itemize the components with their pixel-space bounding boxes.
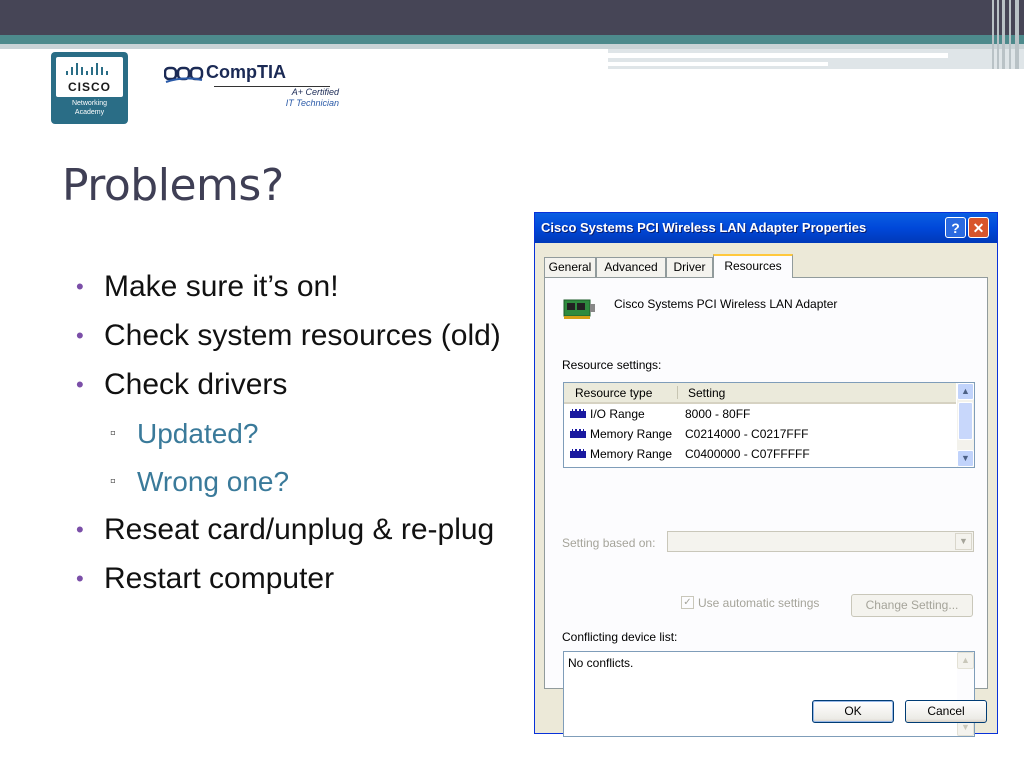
table-row[interactable]: Memory Range C0400000 - C07FFFFF: [570, 445, 950, 463]
tab-general[interactable]: General: [544, 257, 596, 277]
bullet-item: Make sure it’s on!: [72, 262, 512, 312]
scroll-up-icon[interactable]: ▲: [957, 383, 974, 400]
help-button[interactable]: ?: [945, 217, 966, 238]
close-button[interactable]: ✕: [968, 217, 989, 238]
cisco-networking-academy-logo: CISCO Networking Academy: [51, 52, 128, 124]
comptia-logo: CompTIA A+ Certified IT Technician: [164, 60, 339, 115]
resource-list[interactable]: Resource type Setting I/O Range 8000 - 8…: [563, 382, 975, 468]
use-automatic-settings-label[interactable]: Use automatic settings: [698, 596, 819, 610]
conflicts-text: No conflicts.: [568, 656, 634, 670]
resource-settings-label: Resource settings:: [562, 358, 662, 372]
use-automatic-settings-checkbox[interactable]: ✓: [681, 596, 694, 609]
teal-stripe: [0, 35, 1024, 44]
chevron-down-icon[interactable]: ▼: [955, 533, 972, 550]
network-adapter-icon: [563, 299, 595, 319]
tab-driver[interactable]: Driver: [666, 257, 713, 277]
setting-based-on-select[interactable]: ▼: [667, 531, 974, 552]
window-title: Cisco Systems PCI Wireless LAN Adapter P…: [541, 220, 867, 235]
conflict-list-scrollbar[interactable]: ▲ ▼: [957, 652, 974, 736]
bullet-item: Reseat card/unplug & re-plug: [72, 506, 512, 554]
resources-panel: Cisco Systems PCI Wireless LAN Adapter R…: [544, 277, 988, 737]
resource-list-header: Resource type Setting: [564, 383, 956, 404]
bullet-list: Make sure it’s on! Check system resource…: [72, 262, 512, 604]
column-resource-type[interactable]: Resource type: [575, 386, 652, 400]
bullet-item: Check system resources (old): [72, 312, 512, 360]
setting-based-on-label: Setting based on:: [562, 536, 656, 550]
aplus-certified-text: A+ Certified: [291, 87, 339, 97]
bullet-item: Check drivers: [72, 360, 512, 410]
column-setting[interactable]: Setting: [688, 386, 725, 400]
memory-chip-icon: [570, 409, 586, 418]
properties-dialog: Cisco Systems PCI Wireless LAN Adapter P…: [534, 212, 998, 737]
sub-bullet-item: Wrong one?: [72, 458, 512, 506]
scroll-up-icon[interactable]: ▲: [957, 652, 974, 669]
comptia-rings-icon: [164, 66, 204, 83]
tab-resources[interactable]: Resources: [713, 254, 793, 278]
networking-academy-text: Networking Academy: [71, 100, 107, 116]
cancel-button[interactable]: Cancel: [905, 700, 987, 723]
ok-button[interactable]: OK: [812, 700, 894, 723]
cisco-bars-icon: [66, 63, 113, 75]
top-banner: [0, 0, 1024, 35]
banner-decoration: [608, 49, 1024, 69]
title-bar[interactable]: Cisco Systems PCI Wireless LAN Adapter P…: [535, 213, 997, 243]
conflicting-device-list-label: Conflicting device list:: [562, 630, 678, 644]
device-name: Cisco Systems PCI Wireless LAN Adapter: [614, 297, 838, 311]
slide-title: Problems?: [62, 160, 284, 211]
table-row[interactable]: I/O Range 8000 - 80FF: [570, 405, 950, 423]
sub-bullet-item: Updated?: [72, 410, 512, 458]
bullet-item: Restart computer: [72, 554, 512, 604]
vertical-stripes: [990, 0, 1024, 69]
conflicting-device-list[interactable]: No conflicts. ▲ ▼: [563, 651, 975, 737]
scroll-thumb[interactable]: [958, 402, 973, 440]
table-row[interactable]: Memory Range C0214000 - C0217FFF: [570, 425, 950, 443]
tab-advanced[interactable]: Advanced: [596, 257, 666, 277]
comptia-wordmark: CompTIA: [206, 62, 286, 82]
cisco-wordmark: CISCO: [67, 80, 111, 94]
resource-list-scrollbar[interactable]: ▲ ▼: [957, 383, 974, 467]
memory-chip-icon: [570, 429, 586, 438]
it-technician-text: IT Technician: [285, 98, 339, 108]
scroll-down-icon[interactable]: ▼: [957, 450, 974, 467]
memory-chip-icon: [570, 449, 586, 458]
change-setting-button[interactable]: Change Setting...: [851, 594, 973, 617]
